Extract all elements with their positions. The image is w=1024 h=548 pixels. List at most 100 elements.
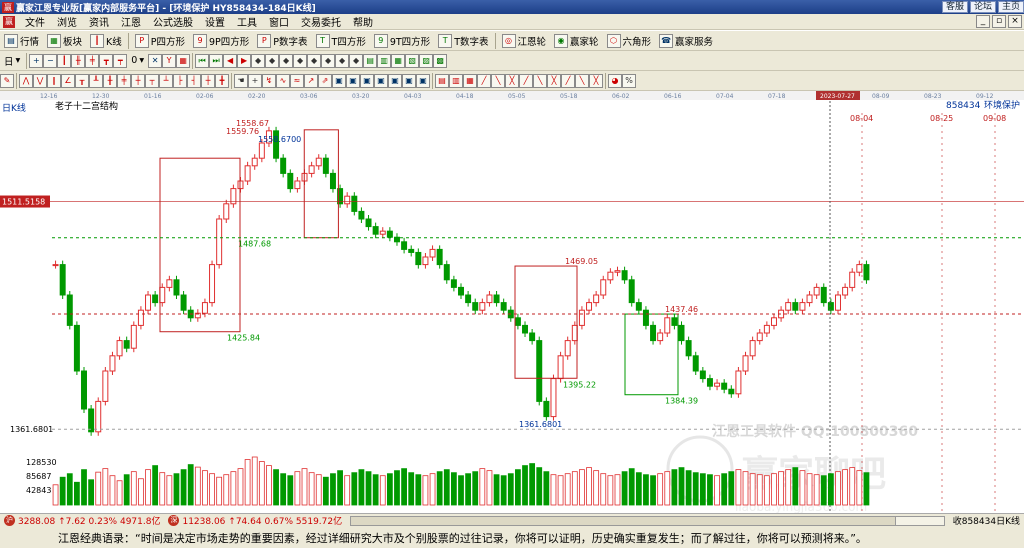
line-e-icon[interactable]: ╲ [533,73,547,88]
bars-e-icon[interactable]: ┼ [131,73,145,88]
box-c-icon[interactable]: ▣ [360,73,374,88]
pencil-icon[interactable]: ✎ [0,73,14,88]
link-customer-service[interactable]: 客服 [941,1,968,13]
channel-icon[interactable]: ∥ [47,73,61,88]
candle-pair-icon[interactable]: ╫ [71,53,86,68]
box-d-icon[interactable]: ▣ [374,73,388,88]
box-e-icon[interactable]: ▣ [388,73,402,88]
grid-icon[interactable]: ▦ [176,53,191,68]
bars-i-icon[interactable]: ┤ [187,73,201,88]
kline-button[interactable]: ┃ K线 [86,32,126,50]
candle-fork-icon[interactable]: ┳ [99,53,114,68]
menu-gann[interactable]: 江恩 [115,14,147,29]
bars-d-icon[interactable]: ╪ [117,73,131,88]
arrow-left-icon[interactable]: ◀ [223,53,238,68]
menu-info[interactable]: 资讯 [83,14,115,29]
x-mark-icon[interactable]: ✕ [148,53,163,68]
menu-help[interactable]: 帮助 [347,14,379,29]
bars-c-icon[interactable]: ╫ [103,73,117,88]
table-c-icon[interactable]: ▦ [463,73,477,88]
grid-a-icon[interactable]: ▤ [363,53,378,68]
table-b-icon[interactable]: ▥ [449,73,463,88]
restore-button[interactable]: ▫ [992,15,1006,28]
diamond-c-icon[interactable]: ◆ [279,53,294,68]
menu-settings[interactable]: 设置 [199,14,231,29]
diamond-f-icon[interactable]: ◆ [321,53,336,68]
bars-b-icon[interactable]: ╨ [89,73,103,88]
bars-g-icon[interactable]: ┴ [159,73,173,88]
chart-area[interactable]: 12-16 12-30 01-16 02-06 02-20 03-06 03-20 04-03… [0,91,1024,513]
period-dropdown[interactable]: 日 ▾ [0,52,24,70]
fan2-icon[interactable]: ⋁ [33,73,47,88]
box-f-icon[interactable]: ▣ [402,73,416,88]
color-wheel-icon[interactable]: ◕ [608,73,622,88]
link-home[interactable]: 主页 [997,1,1024,13]
line-g-icon[interactable]: ╱ [561,73,575,88]
winner-service-button[interactable]: ☎ 赢家服务 [655,32,717,50]
y-mark-icon[interactable]: Y [162,53,177,68]
percent-icon[interactable]: % [622,73,636,88]
diamond-e-icon[interactable]: ◆ [307,53,322,68]
box-g-icon[interactable]: ▣ [416,73,430,88]
zoom-in-icon[interactable]: + [29,53,44,68]
t-number-table-button[interactable]: T T数字表 [434,32,492,50]
crosshair-icon[interactable]: + [248,73,262,88]
arrow-right-icon[interactable]: ▶ [237,53,252,68]
close-button[interactable]: × [1008,15,1022,28]
bars-a-icon[interactable]: ╥ [75,73,89,88]
menu-formula[interactable]: 公式选股 [147,14,199,29]
menu-file[interactable]: 文件 [19,14,51,29]
kline-chart[interactable]: 12-16 12-30 01-16 02-06 02-20 03-06 03-20 04-03… [0,91,1024,513]
horizontal-scrollbar[interactable] [350,515,945,526]
zigzag-icon[interactable]: ↯ [262,73,276,88]
scroll-thumb[interactable] [351,516,897,525]
line-i-icon[interactable]: ╳ [589,73,603,88]
curve-icon[interactable]: ∿ [276,73,290,88]
line-d-icon[interactable]: ╱ [519,73,533,88]
grid-b-icon[interactable]: ▥ [377,53,392,68]
sh-index[interactable]: 沪 3288.08 ↑7.62 0.23% 4971.8亿 [0,514,164,527]
arrow-start-icon[interactable]: ⏮ [195,53,210,68]
menu-trade[interactable]: 交易委托 [295,14,347,29]
link-forum[interactable]: 论坛 [969,1,996,13]
table-a-icon[interactable]: ▤ [435,73,449,88]
arrow-end-icon[interactable]: ⏭ [209,53,224,68]
grid-d-icon[interactable]: ▧ [405,53,420,68]
wave-icon[interactable]: ≈ [290,73,304,88]
diamond-b-icon[interactable]: ◆ [265,53,280,68]
diamond-d-icon[interactable]: ◆ [293,53,308,68]
9t-square-button[interactable]: 9 9T四方形 [370,32,434,50]
angle-icon[interactable]: ∠ [61,73,75,88]
option-dropdown[interactable]: 0 ▾ [127,52,148,70]
menu-tools[interactable]: 工具 [231,14,263,29]
diamond-g-icon[interactable]: ◆ [335,53,350,68]
diamond-a-icon[interactable]: ◆ [251,53,266,68]
box-a-icon[interactable]: ▣ [332,73,346,88]
bars-h-icon[interactable]: ├ [173,73,187,88]
line-b-icon[interactable]: ╲ [491,73,505,88]
hexagon-button[interactable]: ⬡ 六角形 [603,32,656,50]
bars-f-icon[interactable]: ┬ [145,73,159,88]
menu-window[interactable]: 窗口 [263,14,295,29]
candle-group-icon[interactable]: ┯ [113,53,128,68]
sz-index[interactable]: 深 11238.06 ↑74.64 0.67% 5519.72亿 [164,514,346,527]
minimize-button[interactable]: _ [976,15,990,28]
sector-button[interactable]: ▦ 板块 [43,32,86,50]
diamond-h-icon[interactable]: ◆ [349,53,364,68]
p-number-table-button[interactable]: P P数字表 [253,32,311,50]
line-c-icon[interactable]: ╳ [505,73,519,88]
p-square-button[interactable]: P P四方形 [131,32,189,50]
t-square-button[interactable]: T T四方形 [312,32,370,50]
line-f-icon[interactable]: ╳ [547,73,561,88]
candle-red-icon[interactable]: ┃ [57,53,72,68]
line-h-icon[interactable]: ╲ [575,73,589,88]
arrows-icon[interactable]: ⇗ [318,73,332,88]
candle-bar-icon[interactable]: ╪ [85,53,100,68]
winner-wheel-button[interactable]: ◉ 赢家轮 [550,32,603,50]
grid-c-icon[interactable]: ▦ [391,53,406,68]
quotes-button[interactable]: ▤ 行情 [0,32,43,50]
arrow-icon[interactable]: ↗ [304,73,318,88]
gann-wheel-button[interactable]: ◎ 江恩轮 [498,32,551,50]
grid-f-icon[interactable]: ▩ [433,53,448,68]
menu-browse[interactable]: 浏览 [51,14,83,29]
